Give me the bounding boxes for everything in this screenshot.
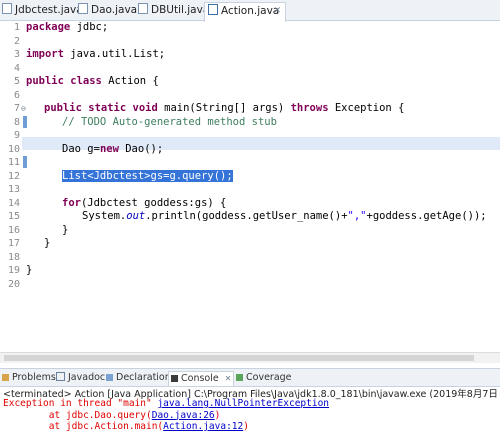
line-number: 4: [13, 62, 20, 74]
console-icon: [171, 375, 178, 382]
line-number: 3: [13, 49, 20, 60]
editor-tab-bar: Jdbctest.java Dao.java DBUtil.java Actio…: [0, 0, 500, 22]
java-file-icon: [138, 3, 148, 14]
coverage-icon: [236, 374, 243, 381]
line-number: 14: [7, 197, 20, 209]
code-line-10: Dao g=new Dao();: [62, 142, 164, 155]
line-number: 15: [7, 211, 20, 222]
stacktrace-link[interactable]: Dao.java:26: [152, 410, 215, 421]
line-number-gutter: 1 2 3 4 5 6 7 8 9 10 11 12 13 14 15 16 1…: [0, 21, 30, 351]
code-line-12: List<Jdbctest>gs=g.query();: [62, 169, 233, 184]
code-line-16: }: [62, 223, 69, 236]
tab-label: Jdbctest.java: [15, 4, 83, 16]
declaration-icon: [106, 374, 113, 381]
tab-declaration[interactable]: Declaration: [106, 371, 171, 385]
close-tab-icon[interactable]: ✕: [273, 3, 281, 20]
line-number: 17: [7, 238, 20, 249]
tab-console[interactable]: Console ✕: [168, 371, 235, 386]
code-line-17: }: [44, 237, 51, 249]
tab-label: Dao.java: [91, 4, 138, 16]
scrollbar-thumb[interactable]: [4, 355, 474, 361]
code-line-5: public class Action {: [26, 75, 159, 87]
tab-dao[interactable]: Dao.java: [78, 2, 138, 20]
code-editor[interactable]: 1 2 3 4 5 6 7 8 9 10 11 12 13 14 15 16 1…: [0, 21, 500, 351]
code-line-19: }: [26, 264, 33, 276]
line-number: 11: [7, 157, 20, 168]
exception-link[interactable]: java.lang.NullPointerException: [157, 398, 329, 409]
view-tab-bar: Problems Javadoc Declaration Console ✕ C…: [0, 368, 500, 387]
tab-coverage[interactable]: Coverage: [236, 371, 292, 385]
console-output[interactable]: Exception in thread "main" java.lang.Nul…: [3, 398, 500, 431]
line-number: 7: [13, 103, 20, 114]
tab-jdbctest[interactable]: Jdbctest.java: [2, 2, 83, 20]
code-line-7: public static void main(String[] args) t…: [44, 102, 405, 114]
line-number: 9: [13, 130, 20, 141]
line-number: 5: [13, 76, 20, 87]
fold-toggle-icon[interactable]: ⊖: [21, 102, 29, 116]
tab-label: DBUtil.java: [151, 4, 210, 16]
line-number: 16: [7, 224, 20, 236]
java-file-icon: [2, 3, 12, 14]
console-line: Exception in thread "main" java.lang.Nul…: [3, 398, 330, 409]
line-number: 10: [7, 143, 20, 155]
console-line: at jdbc.Dao.query(Dao.java:26): [3, 409, 221, 421]
line-number: 2: [13, 35, 20, 47]
line-number: 18: [7, 251, 20, 263]
change-marker: [23, 115, 27, 128]
code-line-1: package jdbc;: [26, 21, 109, 33]
line-number: 8: [13, 116, 20, 128]
tab-action[interactable]: Action.java ✕: [204, 2, 286, 22]
line-number: 13: [7, 184, 20, 195]
line-number: 19: [7, 265, 20, 276]
change-marker: [23, 156, 27, 168]
java-file-icon: [208, 4, 218, 15]
stacktrace-link[interactable]: Action.java:12: [163, 421, 243, 431]
code-line-8: // TODO Auto-generated method stub: [62, 115, 277, 128]
close-console-icon[interactable]: ✕: [225, 374, 232, 383]
problems-icon: [2, 374, 9, 381]
java-file-icon: [78, 3, 88, 14]
code-line-14: for(Jdbctest goddess:gs) {: [62, 196, 227, 209]
line-number: 12: [7, 170, 20, 182]
eclipse-window: Jdbctest.java Dao.java DBUtil.java Actio…: [0, 0, 500, 431]
javadoc-icon: [56, 372, 65, 381]
line-number: 1: [13, 22, 20, 33]
tab-label: Action.java: [221, 5, 280, 17]
console-line: at jdbc.Action.main(Action.java:12): [3, 421, 249, 431]
tab-dbutil[interactable]: DBUtil.java: [138, 2, 209, 20]
horizontal-scrollbar[interactable]: [0, 352, 500, 363]
code-line-15: System.out.println(goddess.getUser_name(…: [82, 210, 487, 222]
line-number: 20: [7, 278, 20, 290]
tab-problems[interactable]: Problems: [2, 371, 56, 385]
line-number: 6: [13, 89, 20, 101]
code-line-3: import java.util.List;: [26, 48, 166, 60]
tab-javadoc[interactable]: Javadoc: [56, 371, 105, 385]
selected-text: List<Jdbctest>gs=g.query();: [62, 169, 233, 182]
